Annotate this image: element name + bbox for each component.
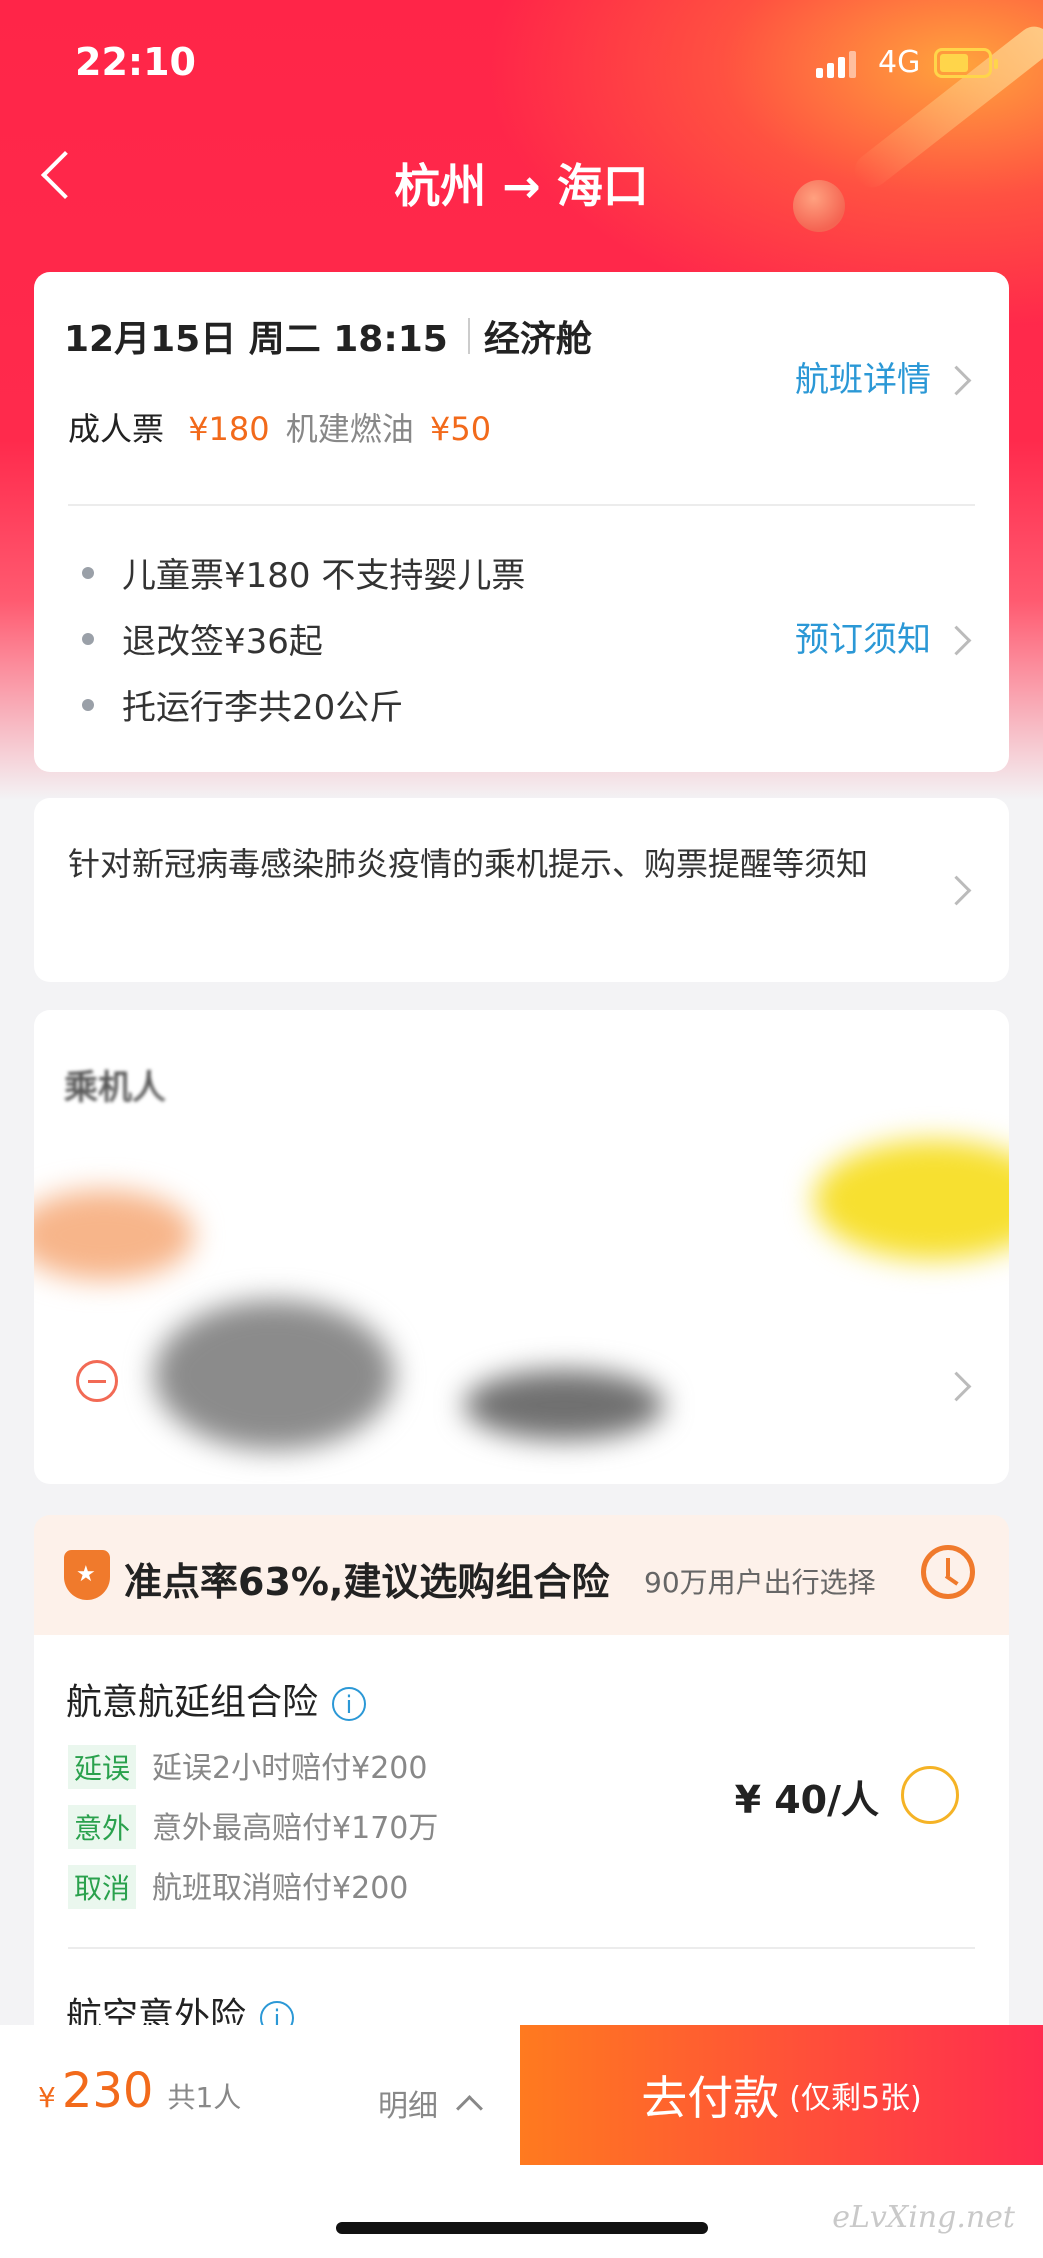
info-icon[interactable]: i	[332, 1687, 367, 1721]
chevron-right-icon	[941, 365, 972, 396]
pay-button-label: 去付款	[641, 2071, 780, 2125]
adult-ticket-price: ¥180	[188, 410, 270, 448]
list-item: 意外 意外最高赔付¥170万	[68, 1803, 438, 1849]
covid-notice-text: 针对新冠病毒感染肺炎疫情的乘机提示、购票提醒等须知	[68, 845, 869, 883]
fee-price: ¥50	[429, 410, 492, 448]
pay-button-sub: (仅剩5张)	[789, 2081, 922, 2116]
list-item: 延误 延误2小时赔付¥200	[68, 1743, 427, 1789]
insurance-banner-subtitle: 90万用户出行选择	[644, 1566, 876, 1599]
passenger-count: 共1人	[167, 2081, 242, 2114]
price-detail-label: 明细	[378, 2089, 438, 2124]
watermark: eLvXing.net	[832, 2200, 1015, 2235]
passenger-title: 乘机人	[64, 1068, 166, 1108]
list-item: 退改签¥36起	[82, 614, 323, 663]
list-item: 儿童票¥180 不支持婴儿票	[82, 548, 525, 597]
chevron-right-icon[interactable]	[941, 1371, 972, 1402]
chevron-up-icon	[456, 2094, 483, 2122]
combo-insurance-radio[interactable]	[901, 1766, 959, 1824]
shield-icon: ★	[64, 1550, 110, 1600]
list-item: 托运行李共20公斤	[82, 680, 403, 729]
status-bar: 22:10 4G	[0, 0, 1043, 120]
price-detail-toggle[interactable]: 明细	[378, 2081, 483, 2125]
network-label: 4G	[878, 45, 921, 80]
divider	[68, 504, 975, 506]
redaction-smudge	[464, 1370, 664, 1440]
fee-label: 机建燃油	[285, 410, 414, 448]
combo-insurance-title: 航意航延组合险	[66, 1682, 319, 1723]
insurance-banner-title: 准点率63%,建议选购组合险	[124, 1560, 610, 1604]
cabin-separator	[467, 318, 470, 354]
clock-icon	[921, 1545, 975, 1599]
signal-icon	[816, 50, 856, 78]
flight-detail-link[interactable]: 航班详情	[795, 352, 931, 401]
page-title: 杭州 → 海口	[394, 159, 649, 213]
total-price: 230	[61, 2063, 154, 2119]
insurance-banner: ★ 准点率63%,建议选购组合险 90万用户出行选择	[34, 1515, 1009, 1635]
flight-datetime: 12月15日 周二 18:15	[64, 319, 448, 360]
list-item: 取消 航班取消赔付¥200	[68, 1863, 408, 1909]
covid-notice-card[interactable]: 针对新冠病毒感染肺炎疫情的乘机提示、购票提醒等须知	[34, 798, 1009, 982]
cabin-class: 经济舱	[483, 319, 592, 360]
currency-symbol: ¥	[38, 2081, 56, 2114]
pay-button[interactable]: 去付款 (仅剩5张)	[520, 2025, 1043, 2165]
passenger-card: 乘机人	[34, 1010, 1009, 1484]
combo-insurance-price: ¥ 40/人	[734, 1778, 879, 1822]
battery-icon	[934, 48, 998, 78]
chevron-right-icon	[941, 625, 972, 656]
insurance-body: 航意航延组合险 i 延误 延误2小时赔付¥200 意外 意外最高赔付¥170万 取消航…	[34, 1635, 1009, 2037]
booking-notice-link[interactable]: 预订须知	[795, 612, 931, 661]
divider	[68, 1947, 975, 1949]
redaction-smudge	[154, 1300, 394, 1450]
remove-passenger-icon[interactable]	[76, 1360, 118, 1402]
flight-card: 12月15日 周二 18:15 经济舱 成人票 ¥180 机建燃油 ¥50 航班…	[34, 272, 1009, 772]
adult-ticket-label: 成人票	[68, 410, 165, 448]
status-time: 22:10	[75, 40, 196, 84]
home-indicator	[336, 2222, 708, 2234]
